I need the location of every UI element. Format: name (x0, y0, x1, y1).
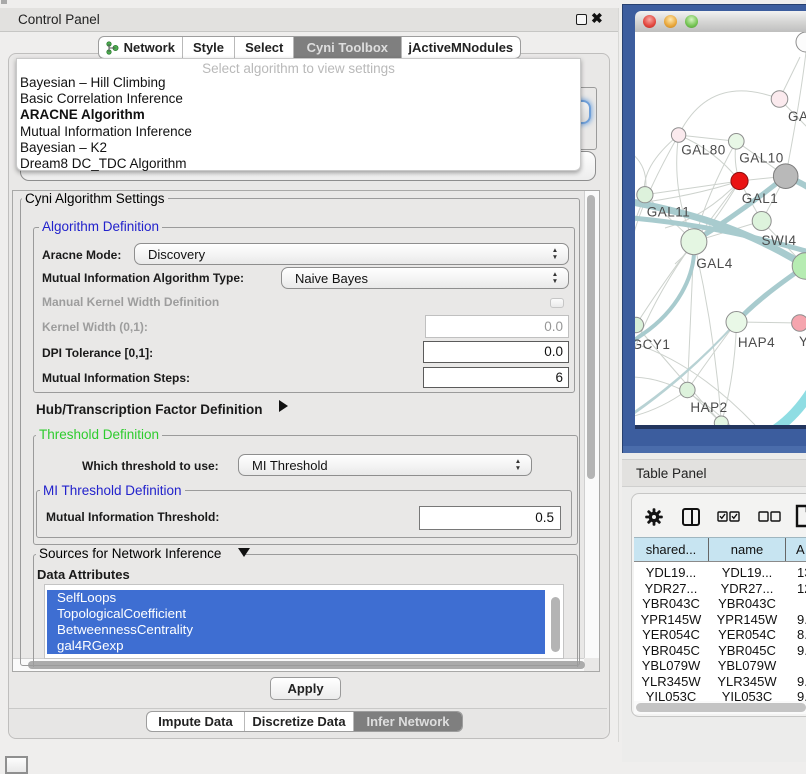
svg-text:GAL4: GAL4 (696, 256, 733, 271)
svg-text:GAL7: GAL7 (788, 109, 806, 124)
svg-text:GAL80: GAL80 (681, 143, 726, 158)
svg-text:GAL11: GAL11 (647, 205, 691, 220)
svg-text:GCY1: GCY1 (635, 337, 670, 352)
svg-text:SWI4: SWI4 (761, 233, 796, 248)
svg-text:Y: Y (799, 334, 806, 349)
svg-text:HAP2: HAP2 (690, 400, 727, 415)
svg-text:GAL1: GAL1 (742, 191, 779, 206)
svg-text:HAP4: HAP4 (738, 335, 775, 350)
svg-text:GAL10: GAL10 (739, 151, 784, 166)
